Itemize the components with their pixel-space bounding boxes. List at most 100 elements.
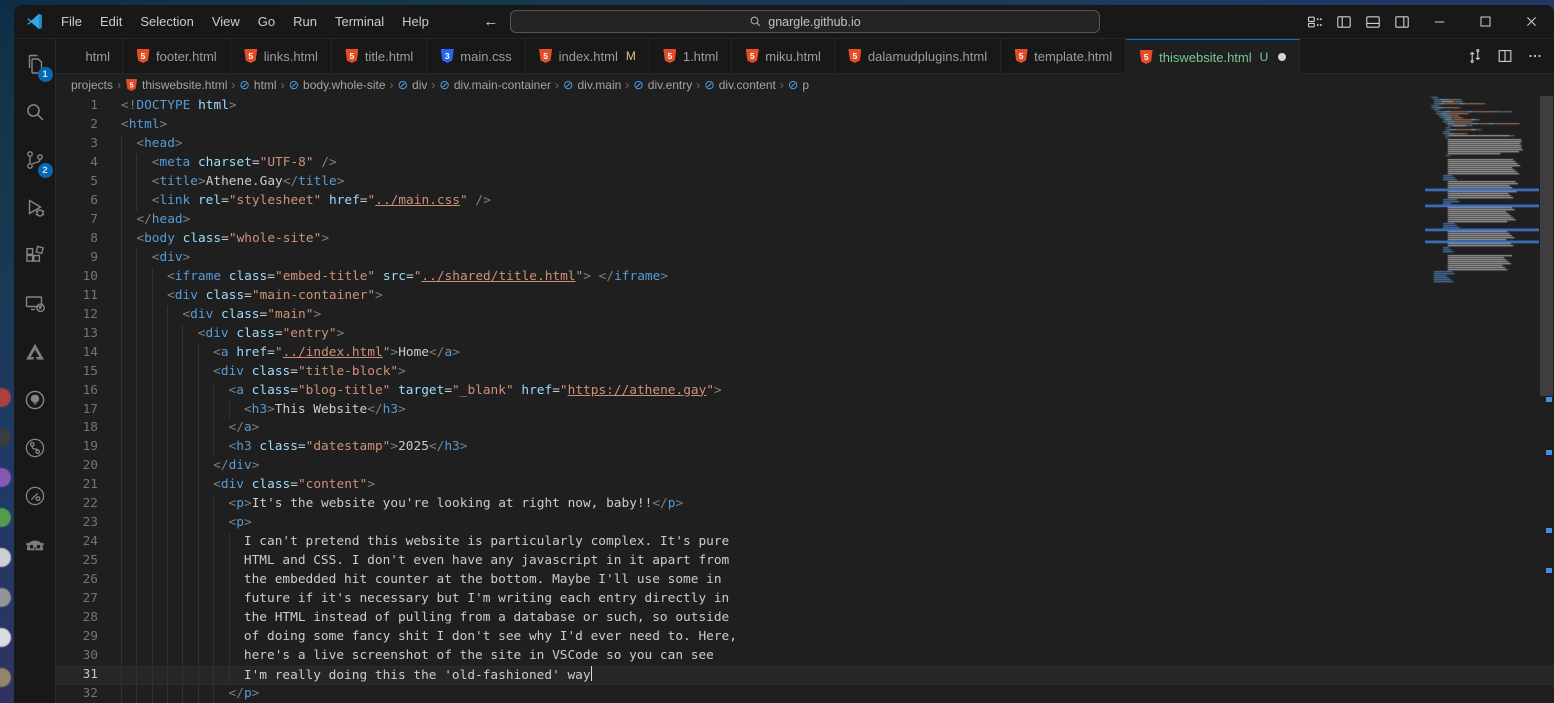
menu-help[interactable]: Help — [393, 5, 438, 38]
line-content[interactable]: <!DOCTYPE html> — [121, 97, 237, 116]
nav-back-button[interactable]: ← — [478, 13, 504, 30]
line-number[interactable]: 7 — [56, 211, 98, 230]
line-content[interactable]: </a> — [121, 419, 259, 438]
breadcrumb-item-div-entry[interactable]: ⊘div.entry — [633, 78, 692, 92]
line-content[interactable]: the embedded hit counter at the bottom. … — [121, 571, 722, 590]
tab-miku-html[interactable]: 5miku.html — [732, 39, 835, 74]
breadcrumb-item-projects[interactable]: projects — [71, 78, 113, 92]
open-changes-button[interactable] — [1462, 40, 1488, 73]
menu-file[interactable]: File — [52, 5, 91, 38]
line-number[interactable]: 2 — [56, 116, 98, 135]
line-content[interactable]: <title>Athene.Gay</title> — [121, 173, 344, 192]
window-minimize-button[interactable] — [1416, 5, 1462, 38]
menu-selection[interactable]: Selection — [131, 5, 202, 38]
dirty-indicator-dot[interactable] — [1278, 53, 1286, 61]
menu-run[interactable]: Run — [284, 5, 326, 38]
line-content[interactable]: <div class="main"> — [121, 306, 321, 325]
godot-tools-icon[interactable] — [18, 527, 52, 561]
line-content[interactable]: I can't pretend this website is particul… — [121, 533, 729, 552]
line-number[interactable]: 32 — [56, 685, 98, 703]
line-number[interactable]: 13 — [56, 325, 98, 344]
tab-thiswebsite-html[interactable]: 5thiswebsite.htmlU — [1126, 39, 1300, 74]
line-number[interactable]: 1 — [56, 97, 98, 116]
line-content[interactable]: <a href="../index.html">Home</a> — [121, 344, 460, 363]
line-content[interactable]: HTML and CSS. I don't even have any java… — [121, 552, 729, 571]
menu-go[interactable]: Go — [249, 5, 284, 38]
line-content[interactable]: <iframe class="embed-title" src="../shar… — [121, 268, 668, 287]
source-control-icon[interactable]: 2 — [18, 143, 52, 177]
line-content[interactable]: <h3 class="datestamp">2025</h3> — [121, 438, 467, 457]
line-number[interactable]: 27 — [56, 590, 98, 609]
breadcrumb-item-thiswebsite-html[interactable]: 5thiswebsite.html — [125, 78, 227, 92]
github-icon[interactable] — [18, 383, 52, 417]
breadcrumb-item-p[interactable]: ⊘p — [788, 78, 809, 92]
line-number[interactable]: 25 — [56, 552, 98, 571]
extensions-icon[interactable] — [18, 239, 52, 273]
search-icon[interactable] — [18, 95, 52, 129]
menu-view[interactable]: View — [203, 5, 249, 38]
line-content[interactable]: <html> — [121, 116, 167, 135]
window-close-button[interactable] — [1508, 5, 1554, 38]
breadcrumb-item-body-whole-site[interactable]: ⊘body.whole-site — [289, 78, 386, 92]
line-number[interactable]: 19 — [56, 438, 98, 457]
line-content[interactable]: <head> — [121, 135, 183, 154]
line-number[interactable]: 17 — [56, 401, 98, 420]
line-number[interactable]: 10 — [56, 268, 98, 287]
line-content[interactable]: the HTML instead of pulling from a datab… — [121, 609, 729, 628]
line-number[interactable]: 5 — [56, 173, 98, 192]
scrollbar-thumb[interactable] — [1540, 96, 1553, 396]
line-number[interactable]: 21 — [56, 476, 98, 495]
tab-footer-html[interactable]: 5footer.html — [123, 39, 231, 74]
line-content[interactable]: <div class="content"> — [121, 476, 375, 495]
line-number[interactable]: 11 — [56, 287, 98, 306]
split-editor-button[interactable] — [1492, 40, 1518, 73]
line-number[interactable]: 18 — [56, 419, 98, 438]
line-number[interactable]: 3 — [56, 135, 98, 154]
line-number[interactable]: 22 — [56, 495, 98, 514]
run-and-debug-icon[interactable] — [18, 191, 52, 225]
toggle-primary-sidebar-button[interactable] — [1329, 5, 1358, 38]
tab-main-css[interactable]: 3main.css — [427, 39, 525, 74]
menu-edit[interactable]: Edit — [91, 5, 131, 38]
toggle-secondary-sidebar-button[interactable] — [1387, 5, 1416, 38]
line-number[interactable]: 30 — [56, 647, 98, 666]
line-number[interactable]: 31 — [56, 666, 98, 685]
line-content[interactable]: <meta charset="UTF-8" /> — [121, 154, 337, 173]
line-number[interactable]: 16 — [56, 382, 98, 401]
line-number[interactable]: 14 — [56, 344, 98, 363]
remote-explorer-icon[interactable] — [18, 287, 52, 321]
line-content[interactable]: future if it's necessary but I'm writing… — [121, 590, 729, 609]
breadcrumb-item-div-content[interactable]: ⊘div.content — [704, 78, 776, 92]
line-number[interactable]: 8 — [56, 230, 98, 249]
line-number[interactable]: 12 — [56, 306, 98, 325]
line-content[interactable]: </div> — [121, 457, 259, 476]
breadcrumb-item-div-main[interactable]: ⊘div.main — [563, 78, 621, 92]
toggle-panel-button[interactable] — [1358, 5, 1387, 38]
triangle-a-extension-icon[interactable] — [18, 335, 52, 369]
line-number[interactable]: 15 — [56, 363, 98, 382]
tab-title-html[interactable]: 5title.html — [332, 39, 427, 74]
line-content[interactable]: </p> — [121, 685, 259, 703]
line-content[interactable]: <body class="whole-site"> — [121, 230, 329, 249]
line-number[interactable]: 4 — [56, 154, 98, 173]
line-number[interactable]: 23 — [56, 514, 98, 533]
line-number[interactable]: 20 — [56, 457, 98, 476]
line-content[interactable]: of doing some fancy shit I don't see why… — [121, 628, 737, 647]
line-content[interactable]: <div> — [121, 249, 190, 268]
line-number[interactable]: 28 — [56, 609, 98, 628]
more-actions-button[interactable] — [1522, 40, 1548, 73]
line-content[interactable]: </head> — [121, 211, 190, 230]
gitlens-inspect-icon[interactable] — [18, 479, 52, 513]
customize-layout-button[interactable] — [1300, 5, 1329, 38]
line-content[interactable]: <a class="blog-title" target="_blank" hr… — [121, 382, 722, 401]
breadcrumb-item-html[interactable]: ⊘html — [239, 78, 276, 92]
window-maximize-button[interactable] — [1462, 5, 1508, 38]
line-number[interactable]: 6 — [56, 192, 98, 211]
tab-dalamudplugins-html[interactable]: 5dalamudplugins.html — [835, 39, 1001, 74]
tab-html[interactable]: html — [56, 39, 123, 74]
tab-1-html[interactable]: 51.html — [650, 39, 732, 74]
breadcrumb-item-div-main-container[interactable]: ⊘div.main-container — [439, 78, 551, 92]
menu-terminal[interactable]: Terminal — [326, 5, 393, 38]
command-center-search[interactable]: gnargle.github.io — [510, 10, 1100, 33]
breadcrumb-item-div[interactable]: ⊘div — [398, 78, 428, 92]
